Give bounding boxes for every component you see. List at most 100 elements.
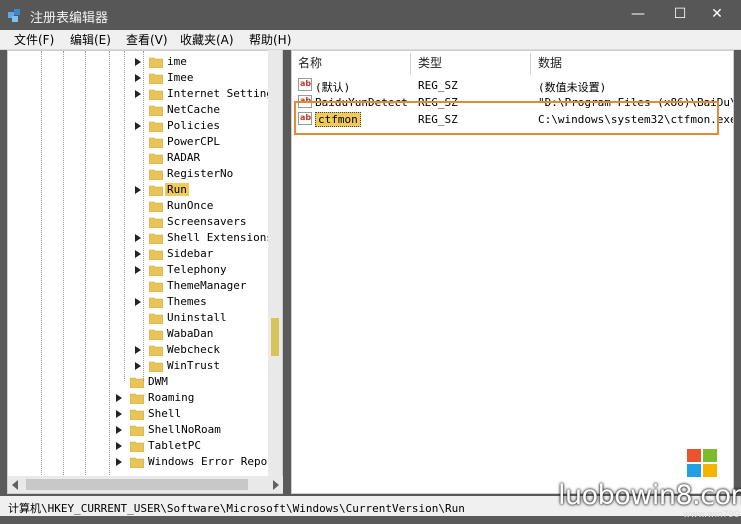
maximize-button[interactable]: ☐: [663, 0, 697, 28]
expand-arrow-icon[interactable]: [116, 426, 122, 434]
tree-item[interactable]: ShellNoRoam: [8, 422, 282, 438]
tree-item[interactable]: Run: [8, 182, 282, 198]
column-separator[interactable]: [410, 53, 411, 75]
expand-arrow-icon[interactable]: [135, 250, 141, 258]
tree-item[interactable]: Webcheck: [8, 342, 282, 358]
tree-item[interactable]: WinTrust: [8, 358, 282, 374]
tree-guide-line: [124, 51, 125, 381]
menu-help[interactable]: 帮助(H): [249, 31, 291, 48]
folder-icon: [148, 104, 164, 117]
folder-icon: [148, 120, 164, 133]
tree-item[interactable]: Internet Settings: [8, 86, 282, 102]
tree-item[interactable]: RADAR: [8, 150, 282, 166]
close-button[interactable]: ✕: [700, 0, 734, 28]
key-tree-pane[interactable]: ime Imee Internet Settings NetCache Policies…: [7, 50, 283, 494]
tree-horizontal-scrollbar[interactable]: [8, 476, 283, 493]
tree-item[interactable]: ime: [8, 54, 282, 70]
menu-file[interactable]: 文件(F): [14, 31, 54, 48]
expand-arrow-icon[interactable]: [135, 90, 141, 98]
tree-item[interactable]: Uninstall: [8, 310, 282, 326]
menu-edit[interactable]: 编辑(E): [70, 31, 111, 48]
annotation-highlight-box: [294, 101, 719, 135]
expand-arrow-icon[interactable]: [135, 298, 141, 306]
tree-hscroll-thumb[interactable]: [26, 479, 248, 490]
tree-item[interactable]: Themes: [8, 294, 282, 310]
tree-item-label: Webcheck: [167, 343, 220, 356]
current-key-path: 计算机\HKEY_CURRENT_USER\Software\Microsoft…: [8, 502, 465, 515]
expand-arrow-icon[interactable]: [135, 58, 141, 66]
tree-item[interactable]: DWM: [8, 374, 282, 390]
scroll-right-arrow-icon[interactable]: [273, 480, 279, 490]
tree-guide-line: [109, 51, 110, 481]
tree-item[interactable]: Windows Error Report: [8, 454, 282, 470]
tree-item-label: WinTrust: [167, 359, 220, 372]
watermark: luobowin8.com www.win7999.com: [553, 478, 741, 524]
value-type: REG_SZ: [418, 79, 458, 92]
value-row[interactable]: ab (默认) REG_SZ (数值未设置): [292, 77, 733, 94]
tree-item[interactable]: NetCache: [8, 102, 282, 118]
value-data: (数值未设置): [538, 81, 607, 94]
folder-icon: [148, 296, 164, 309]
tree-guide-line: [41, 51, 42, 481]
folder-icon: [148, 88, 164, 101]
tree-item[interactable]: Policies: [8, 118, 282, 134]
tree-item[interactable]: Shell: [8, 406, 282, 422]
expand-arrow-icon[interactable]: [116, 394, 122, 402]
folder-icon: [148, 216, 164, 229]
column-header-data[interactable]: 数据: [538, 54, 562, 71]
tree-item[interactable]: TabletPC: [8, 438, 282, 454]
tree-item[interactable]: Shell Extensions: [8, 230, 282, 246]
menu-favorites[interactable]: 收藏夹(A): [180, 31, 234, 48]
minimize-button[interactable]: —: [621, 0, 655, 28]
expand-arrow-icon[interactable]: [116, 442, 122, 450]
tree-item[interactable]: PowerCPL: [8, 134, 282, 150]
title-bar[interactable]: 注册表编辑器 — ☐ ✕: [0, 0, 741, 30]
tree-item-label: Policies: [167, 119, 220, 132]
menu-view[interactable]: 查看(V): [126, 31, 168, 48]
folder-icon: [148, 136, 164, 149]
expand-arrow-icon[interactable]: [135, 186, 141, 194]
expand-arrow-icon[interactable]: [135, 122, 141, 130]
tree-item-label: WabaDan: [167, 327, 214, 340]
tree-item[interactable]: Sidebar: [8, 246, 282, 262]
tree-item-label: Run: [165, 183, 189, 196]
tree-item-label: RunOnce: [167, 199, 214, 212]
tree-item-label: PowerCPL: [167, 135, 220, 148]
scroll-left-arrow-icon[interactable]: [12, 480, 18, 490]
watermark-text: luobowin8.com: [558, 480, 741, 511]
column-header-type[interactable]: 类型: [418, 54, 442, 71]
folder-icon: [148, 152, 164, 165]
expand-arrow-icon[interactable]: [135, 234, 141, 242]
tree-item[interactable]: ThemeManager: [8, 278, 282, 294]
tree-item[interactable]: RunOnce: [8, 198, 282, 214]
tree-item-label: NetCache: [167, 103, 220, 116]
folder-icon: [129, 424, 145, 437]
tree-item[interactable]: Imee: [8, 70, 282, 86]
expand-arrow-icon[interactable]: [135, 362, 141, 370]
tree-item[interactable]: WabaDan: [8, 326, 282, 342]
expand-arrow-icon[interactable]: [116, 458, 122, 466]
tree-item-label: Themes: [167, 295, 207, 308]
folder-icon: [148, 72, 164, 85]
tree-item[interactable]: Telephony: [8, 262, 282, 278]
expand-arrow-icon[interactable]: [135, 346, 141, 354]
folder-icon: [129, 440, 145, 453]
tree-vertical-scrollbar[interactable]: [268, 50, 282, 477]
folder-icon: [129, 392, 145, 405]
folder-icon: [148, 248, 164, 261]
expand-arrow-icon[interactable]: [116, 410, 122, 418]
folder-icon: [129, 376, 145, 389]
folder-icon: [148, 344, 164, 357]
tree-vscroll-thumb[interactable]: [271, 318, 279, 356]
expand-arrow-icon[interactable]: [135, 74, 141, 82]
column-separator[interactable]: [530, 53, 531, 75]
folder-icon: [148, 360, 164, 373]
expand-arrow-icon[interactable]: [135, 266, 141, 274]
tree-item[interactable]: RegisterNo: [8, 166, 282, 182]
regedit-app-icon: [7, 7, 23, 23]
tree-item[interactable]: Screensavers: [8, 214, 282, 230]
folder-icon: [148, 200, 164, 213]
tree-item-label: Roaming: [148, 391, 195, 404]
tree-item[interactable]: Roaming: [8, 390, 282, 406]
column-header-name[interactable]: 名称: [298, 54, 322, 71]
